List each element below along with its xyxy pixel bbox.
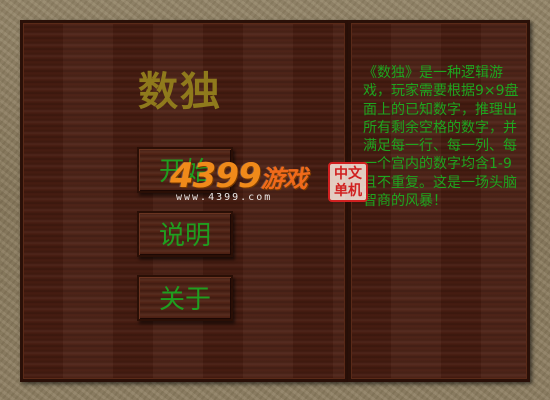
game-description: 《数独》是一种逻辑游戏，玩家需要根据9×9盘面上的已知数字，推理出所有剩余空格的… (363, 65, 519, 210)
watermark-url: www.4399.com (176, 192, 273, 203)
watermark-brand-suffix: 游戏 (260, 165, 308, 193)
site-watermark-logo: 4399游戏 www.4399.com 中文单机 (170, 158, 370, 208)
watermark-brand-number: 4399 (170, 156, 262, 196)
game-title: 数独 (138, 69, 222, 115)
watermark-seal: 中文单机 (328, 162, 368, 202)
help-button[interactable]: 说明 (137, 211, 233, 257)
about-button[interactable]: 关于 (137, 275, 233, 321)
